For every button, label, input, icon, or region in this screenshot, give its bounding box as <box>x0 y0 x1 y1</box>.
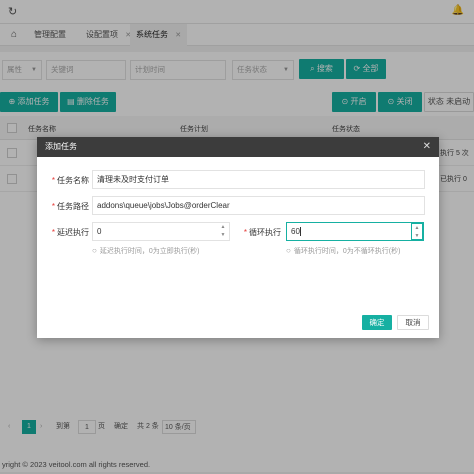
delay-value: 0 <box>97 227 102 236</box>
add-task-dialog: 添加任务 ✕ * 任务名称 清理未及时支付订单 * 任务路径 addons\queu… <box>37 137 439 338</box>
delay-label-text: 延迟执行 <box>57 228 89 237</box>
stepper-icon[interactable]: ▲ ▼ <box>217 223 229 240</box>
delay-label: * 延迟执行 <box>41 227 89 238</box>
task-path-value: addons\queue\jobs\Jobs@orderClear <box>97 201 230 210</box>
cancel-label: 取消 <box>405 318 421 327</box>
loop-label-text: 循环执行 <box>249 228 281 237</box>
required-mark: * <box>51 176 55 185</box>
delay-hint: ○ 延迟执行时间，0为立即执行(秒) <box>92 246 199 256</box>
task-path-label-text: 任务路径 <box>57 202 89 211</box>
task-name-value: 清理未及时支付订单 <box>97 175 169 184</box>
task-name-label-text: 任务名称 <box>57 176 89 185</box>
delay-input[interactable]: 0 ▲ ▼ <box>92 222 230 241</box>
dialog-title: 添加任务 <box>45 142 77 151</box>
confirm-label: 确定 <box>369 318 385 327</box>
delay-hint-text: 延迟执行时间，0为立即执行(秒) <box>99 248 200 255</box>
info-icon: ○ <box>286 246 291 255</box>
loop-hint: ○ 循环执行时间，0为不循环执行(秒) <box>286 246 400 256</box>
loop-hint-text: 循环执行时间，0为不循环执行(秒) <box>293 248 401 255</box>
loop-input[interactable]: 60 ▲ ▼ <box>286 222 424 241</box>
text-cursor <box>299 227 304 236</box>
loop-value: 60 <box>291 227 300 236</box>
required-mark: * <box>243 228 247 237</box>
loop-label: * 循环执行 <box>233 227 281 238</box>
confirm-button[interactable]: 确定 <box>362 315 392 330</box>
stepper-icon[interactable]: ▲ ▼ <box>411 223 423 240</box>
close-icon[interactable]: ✕ <box>423 137 431 157</box>
required-mark: * <box>51 228 55 237</box>
required-mark: * <box>51 202 55 211</box>
task-path-input[interactable]: addons\queue\jobs\Jobs@orderClear <box>92 196 425 215</box>
task-name-label: * 任务名称 <box>41 175 89 186</box>
cancel-button[interactable]: 取消 <box>397 315 429 330</box>
info-icon: ○ <box>92 246 97 255</box>
task-name-input[interactable]: 清理未及时支付订单 <box>92 170 425 189</box>
task-path-label: * 任务路径 <box>41 201 89 212</box>
dialog-header: 添加任务 ✕ <box>37 137 439 157</box>
